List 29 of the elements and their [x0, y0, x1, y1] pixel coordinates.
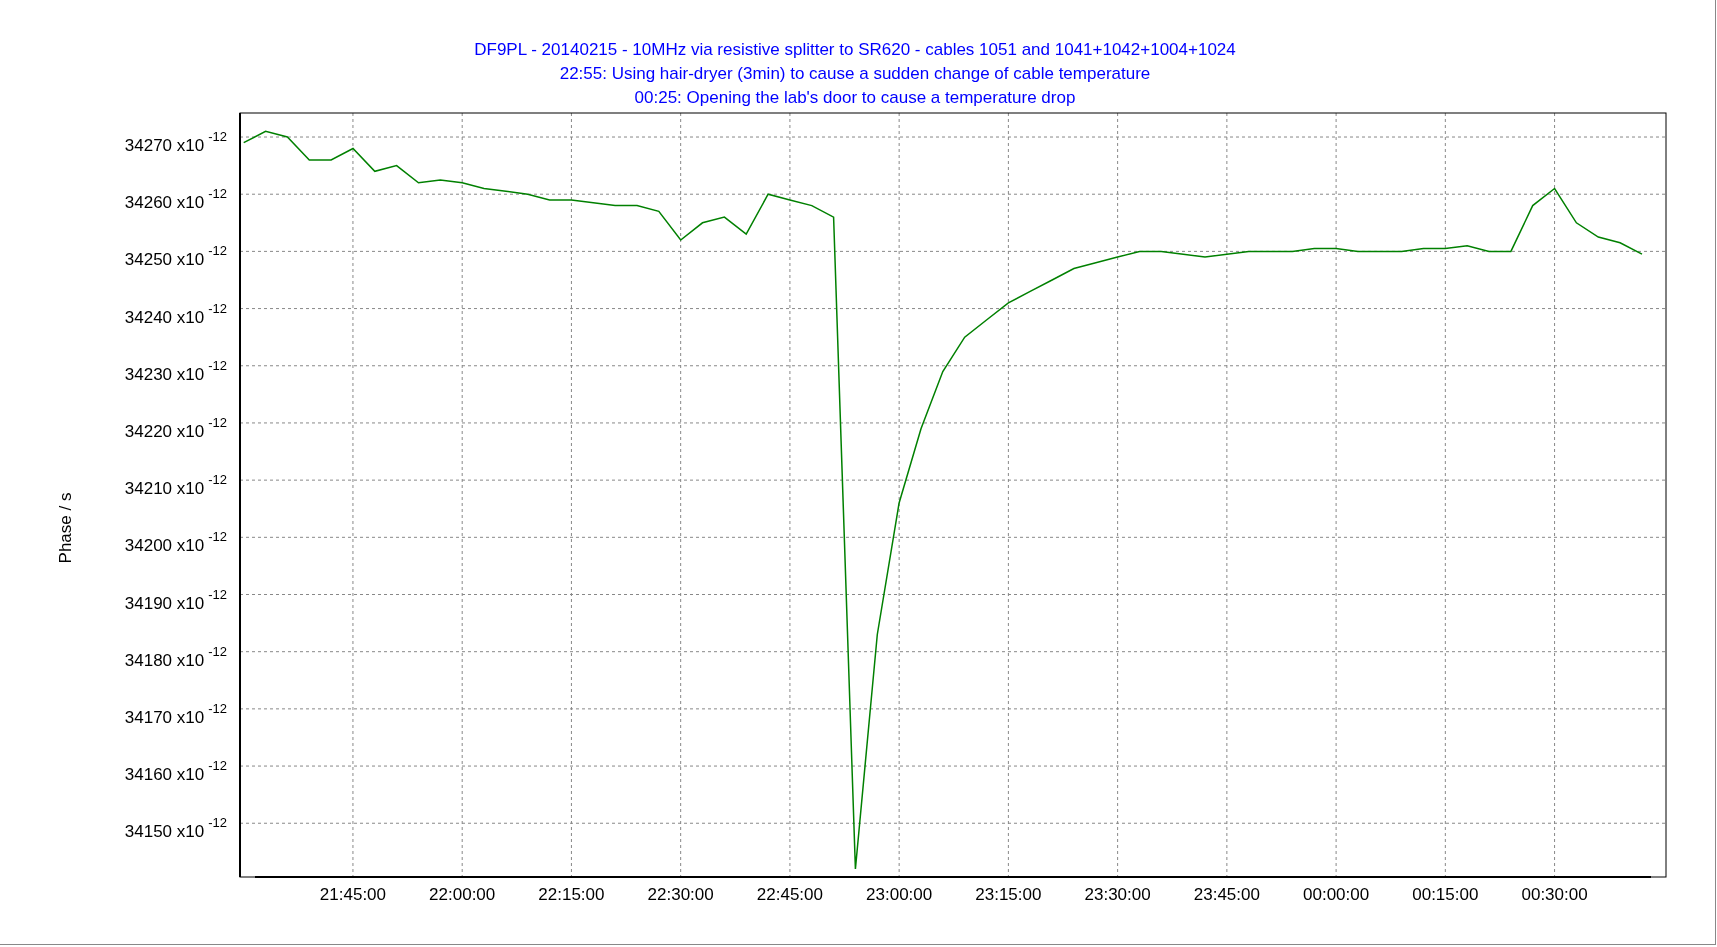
- y-tick-label: 34160 x10$^{-12}$: [124, 757, 227, 787]
- x-tick-label: 22:45:00: [755, 885, 824, 905]
- y-tick-label: 34270 x10$^{-12}$: [124, 128, 227, 157]
- y-tick-label: 34170 x10$^{-12}$: [124, 699, 227, 729]
- y-axis-title: Phase / s: [56, 491, 76, 566]
- chart-annotation: 00:25: Opening the lab's door to cause a temperature drop: [634, 87, 1076, 109]
- x-tick-label: 23:30:00: [1083, 885, 1152, 905]
- x-tick-label: 23:00:00: [865, 885, 934, 905]
- y-tick-label: 34190 x10$^{-12}$: [124, 585, 227, 615]
- x-tick-label: 21:45:00: [318, 885, 388, 905]
- y-tick-label: 34200 x10$^{-12}$: [124, 528, 227, 558]
- x-tick-label: 23:45:00: [1192, 885, 1261, 905]
- y-tick-label: 34210 x10$^{-12}$: [124, 471, 227, 501]
- y-tick-label: 34150 x10$^{-12}$: [124, 814, 227, 844]
- y-tick-label: 34260 x10$^{-12}$: [124, 185, 227, 215]
- chart-title: DF9PL - 20140215 - 10MHz via resistive splitter to SR620 - cables 1051 and 1041+1042+1004+1024: [474, 39, 1236, 61]
- x-tick-label: 22:00:00: [428, 885, 497, 905]
- x-tick-label: 00:15:00: [1411, 885, 1480, 905]
- y-tick-label: 34250 x10$^{-12}$: [124, 242, 227, 272]
- chart-annotation: 22:55: Using hair-dryer (3min) to cause a sudden change of cable temperature: [559, 63, 1151, 85]
- x-tick-label: 00:30:00: [1520, 885, 1589, 905]
- y-tick-label: 34230 x10$^{-12}$: [124, 356, 227, 386]
- y-tick-label: 34180 x10$^{-12}$: [124, 642, 227, 672]
- x-tick-label: 00:00:00: [1302, 885, 1371, 905]
- y-tick-label: 34220 x10$^{-12}$: [124, 413, 227, 443]
- y-tick-label: 34240 x10$^{-12}$: [124, 299, 227, 329]
- x-tick-label: 22:15:00: [537, 885, 606, 905]
- x-tick-label: 22:30:00: [646, 885, 715, 905]
- x-tick-label: 23:15:00: [974, 885, 1043, 905]
